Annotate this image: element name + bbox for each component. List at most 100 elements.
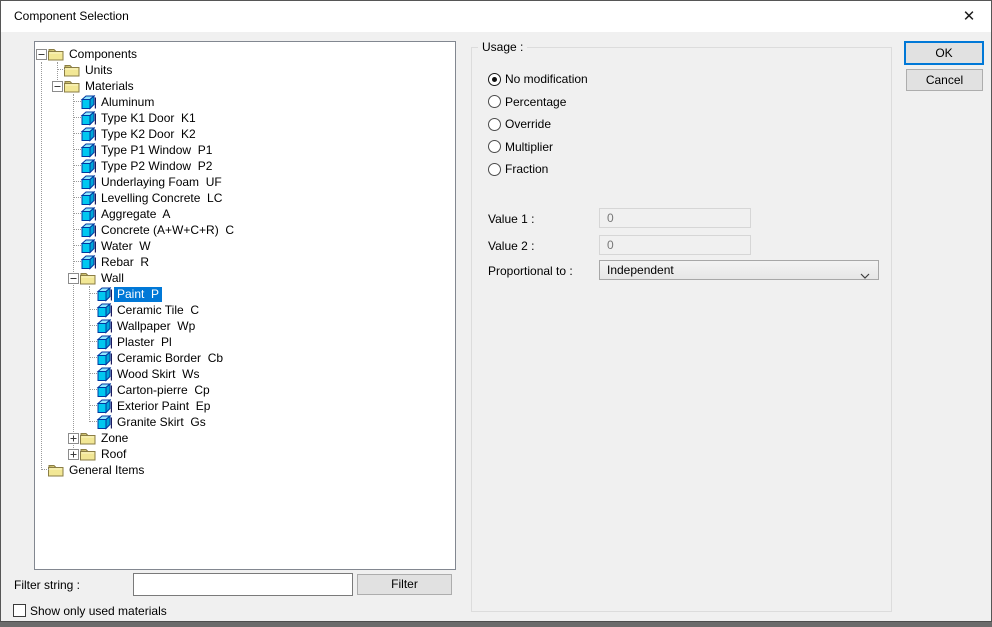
tree-item-components[interactable]: Components bbox=[35, 46, 140, 62]
cube-icon bbox=[80, 94, 96, 110]
radio-label: Fraction bbox=[505, 162, 548, 176]
tree-item-paint-p[interactable]: Paint P bbox=[35, 286, 162, 302]
radio-multiplier[interactable]: Multiplier bbox=[488, 140, 553, 154]
cube-icon bbox=[80, 222, 96, 238]
tree-item-label: Type K2 Door K2 bbox=[98, 127, 199, 142]
tree-item-general-items[interactable]: General Items bbox=[35, 462, 147, 478]
tree-item-label: Zone bbox=[98, 431, 131, 446]
tree-indent-spacer bbox=[83, 414, 96, 430]
radio-override[interactable]: Override bbox=[488, 117, 551, 131]
tree-indent-spacer bbox=[83, 302, 96, 318]
chevron-down-icon bbox=[860, 268, 870, 282]
proportional-to-value: Independent bbox=[607, 263, 674, 277]
tree-item-type-p1-window-p1[interactable]: Type P1 Window P1 bbox=[35, 142, 215, 158]
radio-button-icon[interactable] bbox=[488, 118, 501, 131]
close-icon[interactable]: ✕ bbox=[949, 1, 989, 31]
cube-icon bbox=[80, 126, 96, 142]
tree-indent-spacer bbox=[67, 94, 80, 110]
tree-item-units[interactable]: Units bbox=[35, 62, 115, 78]
tree-item-label: Concrete (A+W+C+R) C bbox=[98, 223, 237, 238]
tree-item-wall[interactable]: Wall bbox=[35, 270, 127, 286]
expand-expander-icon[interactable] bbox=[67, 446, 80, 462]
proportional-to-dropdown[interactable]: Independent bbox=[599, 260, 879, 280]
collapse-expander-icon[interactable] bbox=[51, 78, 64, 94]
taskbar-strip bbox=[0, 621, 992, 627]
expand-expander-icon[interactable] bbox=[67, 430, 80, 446]
cube-icon bbox=[96, 334, 112, 350]
tree-indent-spacer bbox=[83, 366, 96, 382]
tree-item-ceramic-border-cb[interactable]: Ceramic Border Cb bbox=[35, 350, 226, 366]
cube-icon bbox=[96, 398, 112, 414]
tree-item-aggregate-a[interactable]: Aggregate A bbox=[35, 206, 173, 222]
tree-item-type-k1-door-k1[interactable]: Type K1 Door K1 bbox=[35, 110, 199, 126]
folder-icon bbox=[80, 446, 96, 462]
titlebar[interactable]: Component Selection ✕ bbox=[1, 1, 991, 32]
cancel-button[interactable]: Cancel bbox=[906, 69, 983, 91]
tree-item-materials[interactable]: Materials bbox=[35, 78, 137, 94]
tree-item-roof[interactable]: Roof bbox=[35, 446, 129, 462]
cube-icon bbox=[80, 238, 96, 254]
collapse-expander-icon[interactable] bbox=[67, 270, 80, 286]
tree-item-label: Ceramic Border Cb bbox=[114, 351, 226, 366]
tree-indent-spacer bbox=[67, 142, 80, 158]
tree-item-label: Levelling Concrete LC bbox=[98, 191, 225, 206]
radio-fraction[interactable]: Fraction bbox=[488, 162, 548, 176]
radio-no-modification[interactable]: No modification bbox=[488, 72, 588, 86]
tree-item-underlaying-foam-uf[interactable]: Underlaying Foam UF bbox=[35, 174, 225, 190]
tree-item-levelling-concrete-lc[interactable]: Levelling Concrete LC bbox=[35, 190, 225, 206]
tree-item-ceramic-tile-c[interactable]: Ceramic Tile C bbox=[35, 302, 202, 318]
ok-button[interactable]: OK bbox=[904, 41, 984, 65]
show-only-used-materials-label: Show only used materials bbox=[30, 604, 167, 618]
tree-item-water-w[interactable]: Water W bbox=[35, 238, 154, 254]
tree-item-type-k2-door-k2[interactable]: Type K2 Door K2 bbox=[35, 126, 199, 142]
usage-group-title: Usage : bbox=[478, 40, 527, 54]
tree-item-concrete-a-w-c-r-c[interactable]: Concrete (A+W+C+R) C bbox=[35, 222, 237, 238]
tree-indent-spacer bbox=[67, 174, 80, 190]
cube-icon bbox=[80, 206, 96, 222]
cube-icon bbox=[96, 366, 112, 382]
filter-string-input[interactable] bbox=[133, 573, 353, 596]
radio-button-icon[interactable] bbox=[488, 163, 501, 176]
tree-indent-spacer bbox=[67, 158, 80, 174]
cube-icon bbox=[96, 414, 112, 430]
tree-item-label: Rebar R bbox=[98, 255, 152, 270]
folder-icon bbox=[80, 430, 96, 446]
tree-item-wood-skirt-ws[interactable]: Wood Skirt Ws bbox=[35, 366, 202, 382]
radio-percentage[interactable]: Percentage bbox=[488, 95, 566, 109]
component-tree[interactable]: ComponentsUnitsMaterialsAluminumType K1 … bbox=[34, 41, 456, 570]
value2-field[interactable] bbox=[599, 235, 751, 255]
tree-item-rebar-r[interactable]: Rebar R bbox=[35, 254, 152, 270]
cube-icon bbox=[96, 302, 112, 318]
tree-item-wallpaper-wp[interactable]: Wallpaper Wp bbox=[35, 318, 198, 334]
value2-label: Value 2 : bbox=[488, 239, 534, 253]
tree-item-label: Wood Skirt Ws bbox=[114, 367, 202, 382]
tree-item-label: Wall bbox=[98, 271, 127, 286]
tree-indent-spacer bbox=[67, 222, 80, 238]
filter-button[interactable]: Filter bbox=[357, 574, 452, 595]
tree-item-aluminum[interactable]: Aluminum bbox=[35, 94, 157, 110]
cube-icon bbox=[80, 190, 96, 206]
tree-item-carton-pierre-cp[interactable]: Carton-pierre Cp bbox=[35, 382, 213, 398]
usage-groupbox bbox=[471, 47, 892, 612]
folder-icon bbox=[64, 78, 80, 94]
tree-item-exterior-paint-ep[interactable]: Exterior Paint Ep bbox=[35, 398, 213, 414]
cube-icon bbox=[96, 382, 112, 398]
tree-item-label: Aggregate A bbox=[98, 207, 173, 222]
tree-item-label: Components bbox=[66, 47, 140, 62]
radio-button-icon[interactable] bbox=[488, 73, 501, 86]
tree-indent-spacer bbox=[51, 62, 64, 78]
tree-indent-spacer bbox=[67, 238, 80, 254]
tree-item-plaster-pl[interactable]: Plaster Pl bbox=[35, 334, 175, 350]
tree-indent-spacer bbox=[83, 334, 96, 350]
tree-item-granite-skirt-gs[interactable]: Granite Skirt Gs bbox=[35, 414, 209, 430]
tree-item-zone[interactable]: Zone bbox=[35, 430, 131, 446]
folder-icon bbox=[80, 270, 96, 286]
show-only-used-materials-checkbox[interactable] bbox=[13, 604, 26, 617]
radio-label: Override bbox=[505, 117, 551, 131]
radio-button-icon[interactable] bbox=[488, 140, 501, 153]
collapse-expander-icon[interactable] bbox=[35, 46, 48, 62]
tree-item-label: Wallpaper Wp bbox=[114, 319, 198, 334]
radio-button-icon[interactable] bbox=[488, 95, 501, 108]
value1-field[interactable] bbox=[599, 208, 751, 228]
tree-item-type-p2-window-p2[interactable]: Type P2 Window P2 bbox=[35, 158, 215, 174]
